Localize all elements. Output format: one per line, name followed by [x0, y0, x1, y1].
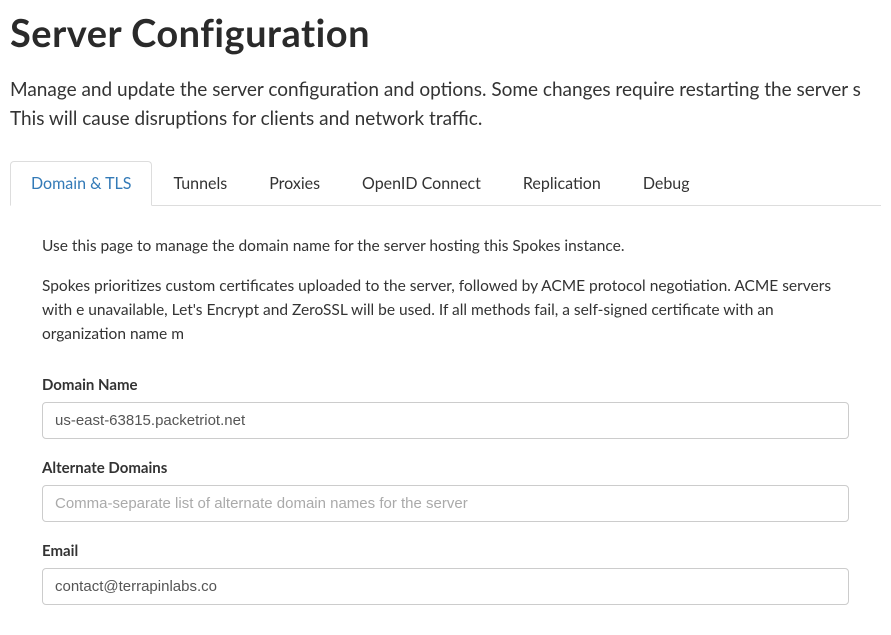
tab-debug[interactable]: Debug — [622, 161, 711, 206]
tab-replication[interactable]: Replication — [502, 161, 622, 206]
label-domain-name: Domain Name — [42, 376, 849, 394]
label-alternate-domains: Alternate Domains — [42, 459, 849, 477]
input-domain-name[interactable] — [42, 402, 849, 439]
tabs-bar: Domain & TLS Tunnels Proxies OpenID Conn… — [10, 161, 881, 206]
page-title: Server Configuration — [10, 10, 881, 56]
intro-text-1: Use this page to manage the domain name … — [42, 234, 849, 258]
field-group-email: Email — [42, 542, 849, 605]
page-description: Manage and update the server configurati… — [10, 76, 881, 133]
input-alternate-domains[interactable] — [42, 485, 849, 522]
tab-domain-tls[interactable]: Domain & TLS — [10, 161, 152, 206]
label-email: Email — [42, 542, 849, 560]
tab-tunnels[interactable]: Tunnels — [152, 161, 248, 206]
tab-proxies[interactable]: Proxies — [248, 161, 341, 206]
field-group-domain-name: Domain Name — [42, 376, 849, 439]
field-group-alternate-domains: Alternate Domains — [42, 459, 849, 522]
input-email[interactable] — [42, 568, 849, 605]
intro-text-2: Spokes prioritizes custom certificates u… — [42, 274, 849, 346]
tab-openid-connect[interactable]: OpenID Connect — [341, 161, 502, 206]
tab-content: Use this page to manage the domain name … — [10, 206, 881, 605]
